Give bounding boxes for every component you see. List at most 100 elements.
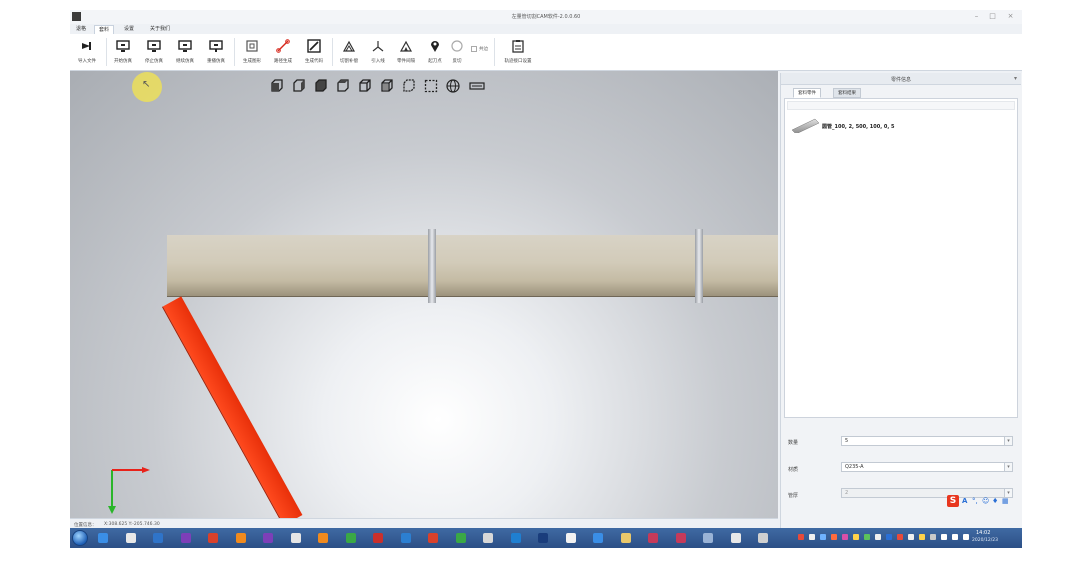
folder-icon[interactable] bbox=[617, 530, 635, 546]
tab-nesting-parts[interactable]: 套料零件 bbox=[793, 88, 821, 98]
sogou-ime-icon[interactable]: S bbox=[947, 495, 959, 507]
screenshot-icon[interactable] bbox=[672, 530, 690, 546]
view-fit-icon[interactable] bbox=[424, 79, 438, 93]
cmd-icon[interactable] bbox=[754, 530, 772, 546]
firefox-icon[interactable] bbox=[232, 530, 250, 546]
taskbar-icon bbox=[675, 533, 686, 543]
view-bottom-icon[interactable] bbox=[380, 79, 394, 93]
tray-icon[interactable] bbox=[820, 534, 826, 540]
ime-mode[interactable]: A bbox=[962, 497, 967, 505]
menu-item-exit[interactable]: 退格 bbox=[72, 25, 90, 34]
continue-simulation-button[interactable]: 继续仿真 bbox=[170, 37, 200, 67]
title-bar: 左量管切割CAM软件-2.0.0.60 – □ × bbox=[70, 10, 1022, 24]
tray-icon[interactable] bbox=[941, 534, 947, 540]
network-icon[interactable] bbox=[727, 530, 745, 546]
visual-studio-icon[interactable] bbox=[177, 530, 195, 546]
tray-icon[interactable] bbox=[864, 534, 870, 540]
tray-icon[interactable] bbox=[842, 534, 848, 540]
view-front-icon[interactable] bbox=[270, 79, 284, 93]
chrome-icon[interactable] bbox=[287, 530, 305, 546]
view-left-icon[interactable] bbox=[314, 79, 328, 93]
menu-item-settings[interactable]: 设置 bbox=[120, 25, 138, 34]
maximize-button[interactable]: □ bbox=[988, 12, 997, 21]
tab-nesting-result[interactable]: 套料结果 bbox=[833, 88, 861, 98]
quantity-field[interactable]: 5 ▾ bbox=[841, 436, 1013, 446]
panel-pin-icon[interactable]: ▾ bbox=[1014, 75, 1017, 82]
ribbon-separator bbox=[494, 38, 495, 66]
vs-code-icon[interactable] bbox=[397, 530, 415, 546]
tray-icon[interactable] bbox=[875, 534, 881, 540]
acrobat-icon[interactable] bbox=[369, 530, 387, 546]
tray-icon[interactable] bbox=[831, 534, 837, 540]
notepad-icon[interactable] bbox=[562, 530, 580, 546]
display-settings-icon[interactable] bbox=[468, 79, 486, 93]
tray-icon[interactable] bbox=[798, 534, 804, 540]
path-generate-button[interactable]: 路径生成 bbox=[268, 37, 298, 67]
globe-icon[interactable] bbox=[446, 79, 460, 93]
tray-icon[interactable] bbox=[908, 534, 914, 540]
tray-icon[interactable] bbox=[809, 534, 815, 540]
view-iso-icon[interactable] bbox=[402, 79, 416, 93]
list-item[interactable]: 圆管_100, 2, 500, 100, 0, 5 bbox=[789, 117, 1009, 135]
settings-icon[interactable] bbox=[479, 530, 497, 546]
tool-icon[interactable] bbox=[122, 530, 140, 546]
screenshot-icon[interactable] bbox=[644, 530, 662, 546]
part-spacing-button[interactable]: 零件间隔 bbox=[391, 37, 421, 67]
tray-icon[interactable] bbox=[897, 534, 903, 540]
browser-icon[interactable] bbox=[507, 530, 525, 546]
menu-item-nesting[interactable]: 套料 bbox=[94, 25, 115, 34]
tray-icon[interactable] bbox=[952, 534, 958, 540]
view-right-icon[interactable] bbox=[336, 79, 350, 93]
photoshop-icon[interactable] bbox=[534, 530, 552, 546]
visual-studio-icon[interactable] bbox=[259, 530, 277, 546]
emoji-icon[interactable]: ☺ bbox=[982, 497, 989, 505]
replay-simulation-button[interactable]: 重播仿真 bbox=[201, 37, 231, 67]
ie-icon[interactable] bbox=[94, 530, 112, 546]
tray-icon[interactable] bbox=[963, 534, 969, 540]
punctuation-icon[interactable]: °, bbox=[972, 497, 978, 505]
microphone-icon[interactable]: ♦ bbox=[992, 497, 998, 505]
generate-shape-button[interactable]: 生成图形 bbox=[237, 37, 267, 67]
menu-item-about[interactable]: 关于我们 bbox=[146, 25, 174, 34]
stop-simulation-button[interactable]: 停止仿真 bbox=[139, 37, 169, 67]
start-simulation-button[interactable]: 开始仿真 bbox=[108, 37, 138, 67]
disk-icon[interactable] bbox=[699, 530, 717, 546]
view-top-icon[interactable] bbox=[358, 79, 372, 93]
taskbar-icon bbox=[703, 533, 713, 543]
office-icon[interactable] bbox=[424, 530, 442, 546]
office-icon[interactable] bbox=[204, 530, 222, 546]
keyboard-icon[interactable]: ▦ bbox=[1002, 497, 1009, 505]
taskbar-icon bbox=[455, 533, 466, 543]
taskbar-icon bbox=[538, 533, 548, 543]
generate-code-button[interactable]: 生成代码 bbox=[299, 37, 329, 67]
chevron-down-icon[interactable]: ▾ bbox=[1004, 463, 1012, 471]
visual-studio-icon[interactable] bbox=[149, 530, 167, 546]
close-button[interactable]: × bbox=[1006, 12, 1015, 21]
clock-time[interactable]: 14:02 bbox=[976, 530, 990, 536]
wechat-icon[interactable] bbox=[452, 530, 470, 546]
tray-icon[interactable] bbox=[919, 534, 925, 540]
3d-viewport[interactable]: ↖ bbox=[70, 71, 778, 518]
import-file-button[interactable]: 导入文件 bbox=[72, 37, 102, 67]
firefox-icon[interactable] bbox=[314, 530, 332, 546]
clock-date[interactable]: 2020/12/23 bbox=[972, 538, 998, 543]
chevron-down-icon[interactable]: ▾ bbox=[1004, 437, 1012, 445]
chrome-icon[interactable] bbox=[589, 530, 607, 546]
cut-compensation-button[interactable]: 切割补偿 bbox=[334, 37, 364, 67]
track-interface-settings-button[interactable]: 轨迹接口设置 bbox=[503, 37, 533, 67]
reverse-cut-button[interactable]: 反切 bbox=[442, 37, 472, 67]
view-back-icon[interactable] bbox=[292, 79, 306, 93]
compensation-icon bbox=[342, 40, 356, 52]
tray-icon[interactable] bbox=[930, 534, 936, 540]
part-list[interactable]: 圆管_100, 2, 500, 100, 0, 5 bbox=[784, 98, 1018, 418]
ime-toolbar: S A °, ☺ ♦ ▦ bbox=[947, 495, 1021, 507]
shield-icon[interactable] bbox=[342, 530, 360, 546]
taskbar-icon bbox=[730, 533, 741, 543]
tray-icon[interactable] bbox=[853, 534, 859, 540]
common-edge-checkbox[interactable] bbox=[471, 46, 477, 52]
material-select[interactable]: Q235-A ▾ bbox=[841, 462, 1013, 472]
minimize-button[interactable]: – bbox=[972, 12, 981, 21]
tray-icon[interactable] bbox=[886, 534, 892, 540]
start-button[interactable] bbox=[72, 530, 88, 546]
panel-title: 零件信息 bbox=[890, 77, 911, 83]
